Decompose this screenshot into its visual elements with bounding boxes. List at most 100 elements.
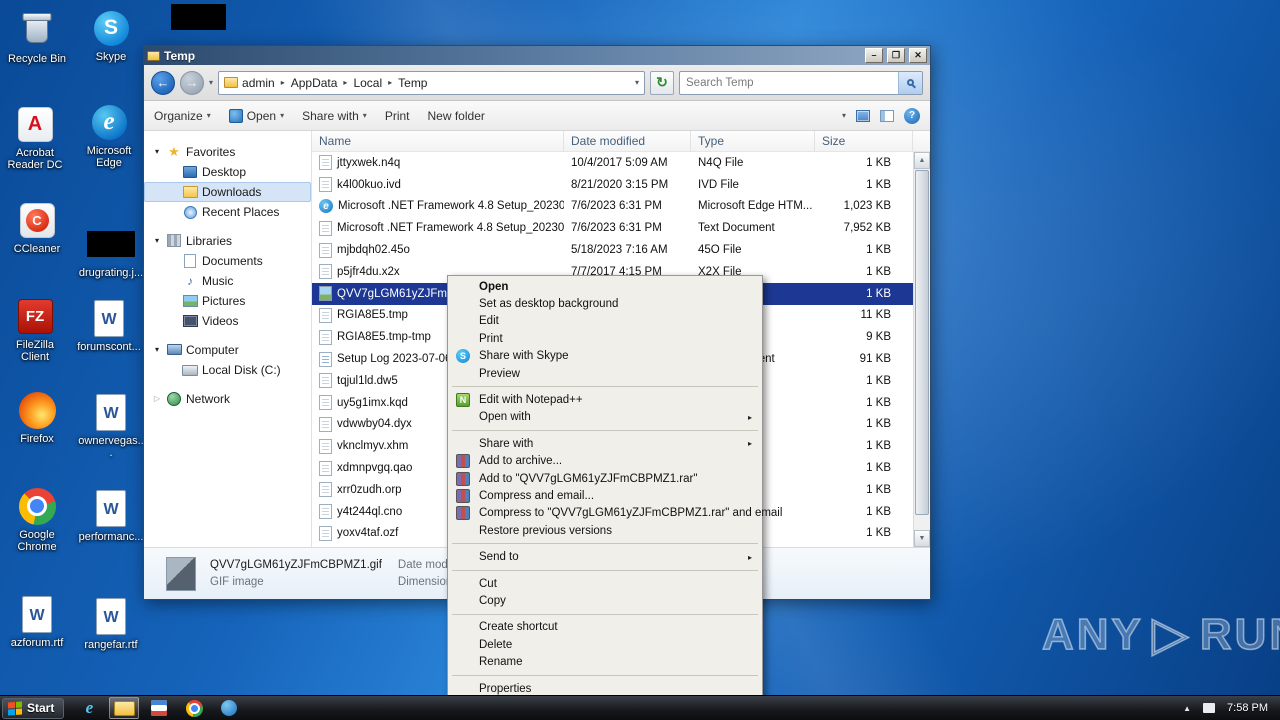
menu-item-copy[interactable]: Copy bbox=[450, 592, 760, 609]
file-row-jttyxwek-n4q[interactable]: jttyxwek.n4q 10/4/2017 5:09 AM N4Q File 1 K… bbox=[312, 152, 913, 174]
breadcrumb-item-temp[interactable]: Temp bbox=[398, 76, 427, 90]
taskbar-explorer-button[interactable] bbox=[109, 697, 140, 719]
desktop-icon-label: Microsoft Edge bbox=[86, 145, 132, 169]
column-header-date-modified[interactable]: Date modified bbox=[564, 131, 691, 151]
menu-item-edit[interactable]: Edit bbox=[450, 313, 760, 330]
desktop-icon-google-chrome[interactable]: Google Chrome bbox=[3, 486, 71, 553]
scrollbar-thumb[interactable] bbox=[915, 170, 929, 515]
menu-item-edit-with-notepad[interactable]: Edit with Notepad++ bbox=[450, 391, 760, 408]
close-button[interactable]: ✕ bbox=[909, 48, 927, 63]
maximize-button[interactable]: ❐ bbox=[887, 48, 905, 63]
menu-item-open-with[interactable]: Open with ▸ bbox=[450, 409, 760, 426]
taskbar-clock[interactable]: 7:58 PM bbox=[1227, 702, 1268, 714]
chevron-down-icon[interactable]: ▾ bbox=[842, 111, 846, 120]
desktop-icon-ccleaner[interactable]: CCleaner bbox=[3, 200, 71, 255]
preview-pane-icon[interactable] bbox=[880, 109, 894, 122]
menu-item-compress-to-qvv7glgm61yzjfmcbpmz1-rar-and-email[interactable]: Compress to "QVV7gLGM61yZJFmCBPMZ1.rar" … bbox=[450, 505, 782, 522]
sidebar-group-libraries[interactable]: ▾ Libraries bbox=[144, 230, 311, 251]
file-row-mjbdqh02-45o[interactable]: mjbdqh02.45o 5/18/2023 7:16 AM 45O File 1 K… bbox=[312, 239, 913, 261]
scroll-up-icon[interactable]: ▲ bbox=[914, 152, 930, 169]
vertical-scrollbar[interactable]: ▲ ▼ bbox=[913, 152, 930, 547]
menu-item-share-with-skype[interactable]: Share with Skype bbox=[450, 348, 760, 365]
title-bar[interactable]: Temp – ❐ ✕ bbox=[144, 46, 930, 65]
sidebar-group-computer[interactable]: ▾ Computer bbox=[144, 339, 311, 360]
search-button[interactable] bbox=[898, 71, 922, 94]
taskbar-chrome-button[interactable] bbox=[179, 697, 209, 719]
taskbar-app-button[interactable] bbox=[144, 697, 174, 719]
sidebar-item-music[interactable]: Music bbox=[144, 271, 311, 291]
column-header-type[interactable]: Type bbox=[691, 131, 815, 151]
sidebar-group-favorites[interactable]: ▾ Favorites bbox=[144, 141, 311, 162]
breadcrumb-item-appdata[interactable]: AppData bbox=[291, 76, 338, 90]
menu-item-share-with[interactable]: Share with ▸ bbox=[450, 435, 760, 452]
menu-item-delete[interactable]: Delete bbox=[450, 636, 760, 653]
help-icon[interactable]: ? bbox=[904, 107, 920, 124]
desktop-icon-firefox[interactable]: Firefox bbox=[3, 390, 71, 445]
desktop-icon-performanc[interactable]: performanc... bbox=[77, 488, 145, 543]
column-header-name[interactable]: Name bbox=[312, 131, 564, 151]
expander-icon[interactable]: ▷ bbox=[152, 394, 162, 403]
desktop-icon-ownervegas[interactable]: ownervegas... bbox=[77, 392, 145, 459]
sidebar-group-network[interactable]: ▷ Network bbox=[144, 388, 311, 409]
sidebar-item-videos[interactable]: Videos bbox=[144, 311, 311, 331]
file-size-cell: 91 KB bbox=[859, 353, 891, 366]
menu-item-open[interactable]: Open bbox=[450, 278, 760, 295]
menu-item-add-to-qvv7glgm61yzjfmcbpmz1-rar[interactable]: Add to "QVV7gLGM61yZJFmCBPMZ1.rar" bbox=[450, 470, 760, 487]
address-dropdown-icon[interactable]: ▾ bbox=[635, 78, 639, 87]
scroll-down-icon[interactable]: ▼ bbox=[914, 530, 930, 547]
menu-item-cut[interactable]: Cut bbox=[450, 575, 760, 592]
breadcrumb-item-admin[interactable]: admin bbox=[242, 76, 275, 90]
menu-item-send-to[interactable]: Send to ▸ bbox=[450, 548, 760, 565]
sidebar-item-documents[interactable]: Documents bbox=[144, 251, 311, 271]
toolbar-print[interactable]: Print bbox=[385, 109, 410, 123]
breadcrumb-item-local[interactable]: Local bbox=[353, 76, 382, 90]
desktop-icon-azforum-rtf[interactable]: azforum.rtf bbox=[3, 594, 71, 649]
expander-icon[interactable]: ▾ bbox=[152, 236, 162, 245]
refresh-button[interactable]: ↻ bbox=[650, 70, 674, 95]
show-hidden-icons-icon[interactable]: ▲ bbox=[1183, 704, 1191, 713]
sidebar-item-pictures[interactable]: Pictures bbox=[144, 291, 311, 311]
start-button[interactable]: Start bbox=[2, 697, 65, 719]
toolbar-label: Organize bbox=[154, 108, 203, 123]
menu-item-set-as-desktop-background[interactable]: Set as desktop background bbox=[450, 295, 760, 312]
desktop-icon-skype[interactable]: Skype bbox=[77, 8, 145, 63]
sidebar-item-recent-places[interactable]: Recent Places bbox=[144, 202, 311, 222]
toolbar-new-folder[interactable]: New folder bbox=[428, 109, 485, 123]
sidebar-item-desktop[interactable]: Desktop bbox=[144, 162, 311, 182]
menu-item-restore-previous-versions[interactable]: Restore previous versions bbox=[450, 522, 760, 539]
taskbar-bluecircle-button[interactable] bbox=[214, 697, 244, 719]
menu-item-rename[interactable]: Rename bbox=[450, 653, 760, 670]
menu-item-create-shortcut[interactable]: Create shortcut bbox=[450, 619, 760, 636]
desktop-icon-microsoft-edge[interactable]: Microsoft Edge bbox=[75, 102, 143, 169]
desktop-icon-recycle-bin[interactable]: Recycle Bin bbox=[3, 10, 71, 65]
toolbar-share-with[interactable]: Share with ▾ bbox=[302, 109, 367, 123]
forward-button[interactable]: → bbox=[180, 70, 204, 95]
taskbar-ie-button[interactable] bbox=[74, 697, 104, 719]
desktop-icon-acrobat-reader-dc[interactable]: Acrobat Reader DC bbox=[1, 104, 69, 171]
sidebar-item-local-disk-c[interactable]: Local Disk (C:) bbox=[144, 360, 311, 380]
desktop-icon-drugrating-j[interactable]: drugrating.j... bbox=[77, 224, 145, 279]
menu-item-add-to-archive[interactable]: Add to archive... bbox=[450, 453, 760, 470]
file-row-k4l00kuo-ivd[interactable]: k4l00kuo.ivd 8/21/2020 3:15 PM IVD File 1 K… bbox=[312, 174, 913, 196]
toolbar-organize[interactable]: Organize ▾ bbox=[154, 109, 211, 123]
toolbar-open[interactable]: Open ▾ bbox=[228, 108, 284, 123]
file-row-microsoft-net-framework-4-8-setup-20230[interactable]: Microsoft .NET Framework 4.8 Setup_20230… bbox=[312, 217, 913, 239]
history-dropdown-icon[interactable]: ▾ bbox=[209, 78, 213, 87]
menu-item-print[interactable]: Print bbox=[450, 330, 760, 347]
address-field[interactable]: admin ▸ AppData ▸ Local ▸ Temp ▾ bbox=[218, 70, 645, 95]
menu-item-compress-and-email[interactable]: Compress and email... bbox=[450, 487, 760, 504]
minimize-button[interactable]: – bbox=[865, 48, 883, 63]
menu-item-preview[interactable]: Preview bbox=[450, 365, 760, 382]
change-view-icon[interactable] bbox=[856, 109, 870, 122]
column-header-size[interactable]: Size bbox=[815, 131, 913, 151]
desktop-icon-forumscont[interactable]: forumscont... bbox=[75, 298, 143, 353]
expander-icon[interactable]: ▾ bbox=[152, 147, 162, 156]
file-row-microsoft-net-framework-4-8-setup-20230[interactable]: Microsoft .NET Framework 4.8 Setup_20230… bbox=[312, 196, 913, 218]
back-button[interactable]: ← bbox=[151, 70, 175, 95]
tray-icon[interactable] bbox=[1203, 703, 1216, 713]
search-input[interactable]: Search Temp bbox=[679, 70, 923, 95]
sidebar-item-downloads[interactable]: Downloads bbox=[144, 182, 311, 202]
expander-icon[interactable]: ▾ bbox=[152, 345, 162, 354]
desktop-icon-rangefar-rtf[interactable]: rangefar.rtf bbox=[77, 596, 145, 651]
desktop-icon-filezilla-client[interactable]: FileZilla Client bbox=[1, 296, 69, 363]
